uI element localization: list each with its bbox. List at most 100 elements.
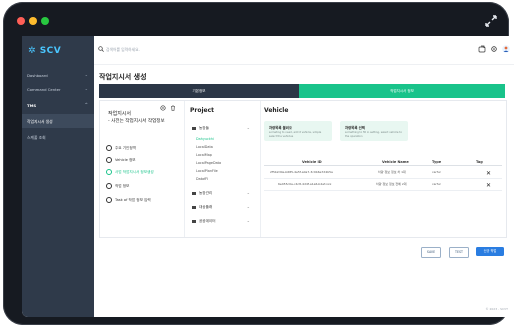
step-circle-icon (106, 183, 112, 189)
remove-row-button[interactable]: ✕ (486, 182, 491, 189)
project-group[interactable]: 공공데이터 (192, 219, 216, 224)
footer-copyright: © 2023 - SCVT (485, 307, 508, 311)
column-header: Vehicle Name (382, 160, 409, 164)
expand-icon[interactable] (485, 15, 497, 27)
vehicle-id: 6e455c0a-c4c8-4d4f-a1a6-b2ef-xxx (278, 182, 332, 186)
sidebar-item-label: TMS (27, 103, 37, 108)
step-item[interactable]: 작업 정보 (106, 183, 129, 189)
select-vehicles-card[interactable]: 차량목록 선택 something to fill in setting, se… (340, 121, 408, 141)
sidebar-item-schedule[interactable]: 스케줄 조회 (22, 130, 94, 144)
close-window-button[interactable] (17, 17, 25, 25)
sidebar-item-label: 작업지시서 생성 (27, 119, 53, 124)
tab-work-order-info[interactable]: 작업지시서 정보 (299, 84, 505, 98)
steps-title-line2: - 사전는 작업지시서 작업정보 (108, 119, 165, 124)
maximize-window-button[interactable] (41, 17, 49, 25)
folder-icon (192, 191, 196, 195)
project-child[interactable]: LocalMap (196, 153, 212, 157)
steps-title-line1: 작업지시서 (108, 111, 132, 117)
group-label: 대상플래 (199, 205, 213, 209)
vehicle-id: 2f5b2d0e-b685-4e5f-a0a7-3c9b6e7d4b5a (270, 170, 333, 174)
vehicle-table-header: Vehicle ID Vehicle Name Type Tag (264, 157, 502, 166)
share-icon[interactable] (478, 45, 486, 53)
table-row[interactable]: 2f5b2d0e-b685-4e5f-a0a7-3c9b6e7d4b5a 차량 … (264, 167, 502, 179)
folder-icon (192, 205, 196, 209)
remove-row-button[interactable]: ✕ (486, 170, 491, 177)
steps-panel: 작업지시서 - 사전는 작업지시서 작업정보 주요 기인정역 Vehicle 정… (100, 101, 185, 237)
column-header: Type (432, 160, 442, 164)
step-label: Vehicle 정보 (115, 158, 136, 162)
project-title: Project (190, 107, 215, 114)
step-item[interactable]: Vehicle 정보 (106, 157, 136, 163)
vehicle-name: 차량 정보 정보 전체 2대 (376, 182, 407, 186)
project-group[interactable]: 농장들 (192, 126, 209, 131)
step-label: 작업 정보 (115, 184, 130, 188)
chevron-up-icon: ^ (84, 102, 88, 107)
step-item-active[interactable]: 사업 작업지시서 정보생성 (106, 169, 154, 175)
vehicle-panel: Vehicle 차량목록 불러오 someting to need, add i… (260, 101, 506, 237)
project-child[interactable]: LocalPlanFile (196, 169, 218, 173)
logo-mark-icon: ✲ (28, 46, 37, 56)
search-input[interactable]: 검색어를 입력하세요. (106, 47, 140, 53)
card-title: 차량목록 불러오 (269, 126, 293, 130)
table-row[interactable]: 6e455c0a-c4c8-4d4f-a1a6-b2ef-xxx 차량 정보 정… (264, 179, 502, 191)
chevron-down-icon: ⌄ (84, 86, 88, 91)
load-vehicles-card[interactable]: 차량목록 불러오 someting to need, add it vehicl… (264, 121, 332, 141)
project-group[interactable]: 농장관리 (192, 191, 212, 196)
project-panel: Project 농장들 ⌄ Dahyuckhi LocalData LocalM… (184, 101, 261, 237)
sidebar: ✲ SCV Dashboard ⌄ Command Center ⌄ TMS ^… (22, 36, 94, 317)
chevron-down-icon: ⌄ (84, 72, 88, 77)
test-button[interactable]: TEST (449, 247, 469, 258)
save-button[interactable]: SAVE (421, 247, 441, 258)
step-circle-icon (106, 169, 112, 175)
card-description: someting to need, add it vehicle, simple… (269, 131, 322, 138)
chevron-down-icon[interactable]: ⌄ (247, 125, 250, 130)
project-child-selected[interactable]: Dahyuckhi (196, 137, 214, 141)
trash-icon[interactable] (170, 105, 176, 111)
folder-icon (192, 219, 196, 223)
sidebar-item-create-work-order[interactable]: 작업지시서 생성 (22, 114, 94, 128)
step-label: 주요 기인정역 (115, 146, 136, 150)
tab-basic-info[interactable]: 기본정보 (99, 84, 299, 98)
sidebar-item-command-center[interactable]: Command Center ⌄ (22, 82, 94, 96)
steps-title: 작업지시서 - 사전는 작업지시서 작업정보 (108, 111, 165, 125)
search-icon[interactable] (98, 46, 104, 52)
folder-icon (192, 126, 196, 130)
project-child[interactable]: LocalPageData (196, 161, 221, 165)
card-title: 차량목록 선택 (345, 126, 365, 130)
chevron-down-icon[interactable]: ⌄ (247, 190, 250, 195)
gear-icon[interactable] (490, 45, 498, 53)
sidebar-item-tms[interactable]: TMS ^ (22, 98, 94, 112)
chevron-down-icon[interactable]: ⌄ (247, 204, 250, 209)
card-description: something to fill in setting, select veh… (345, 131, 402, 138)
project-child[interactable]: LocalData (196, 145, 213, 149)
project-group[interactable]: 대상플래 (192, 205, 212, 210)
step-label: 사업 작업지시서 정보생성 (115, 170, 154, 174)
project-child[interactable]: DatafFI (196, 177, 208, 181)
step-label: Task of 작업 정보 입력 (115, 198, 151, 202)
group-label: 농장관리 (199, 191, 213, 195)
sidebar-item-label: 스케줄 조회 (27, 135, 46, 140)
window-chrome (11, 8, 503, 34)
vehicle-type: carfur (432, 182, 441, 186)
sidebar-item-dashboard[interactable]: Dashboard ⌄ (22, 68, 94, 82)
group-label: 농장들 (199, 126, 209, 130)
minimize-window-button[interactable] (29, 17, 37, 25)
column-header: Vehicle ID (302, 160, 322, 164)
chevron-down-icon[interactable]: ⌄ (247, 218, 250, 223)
top-bar: 검색어를 입력하세요. (94, 36, 514, 65)
step-circle-icon (106, 157, 112, 163)
vehicle-type: carfur (432, 170, 441, 174)
vehicle-title: Vehicle (264, 107, 289, 114)
logo-text: SCV (39, 46, 62, 56)
vehicle-name: 차량 정보 정보 차 1대 (378, 170, 406, 174)
column-header: Tag (476, 160, 483, 164)
work-order-card: 작업지시서 - 사전는 작업지시서 작업정보 주요 기인정역 Vehicle 정… (99, 100, 507, 238)
create-work-order-button[interactable]: 신규 작업 (476, 247, 504, 256)
page-title: 작업지시서 생성 (99, 73, 147, 81)
step-item[interactable]: Task of 작업 정보 입력 (106, 197, 151, 203)
avatar[interactable] (502, 45, 510, 53)
sidebar-item-label: Command Center (27, 87, 61, 92)
step-item[interactable]: 주요 기인정역 (106, 145, 136, 151)
logo[interactable]: ✲ SCV (28, 46, 61, 56)
step-circle-icon (106, 197, 112, 203)
